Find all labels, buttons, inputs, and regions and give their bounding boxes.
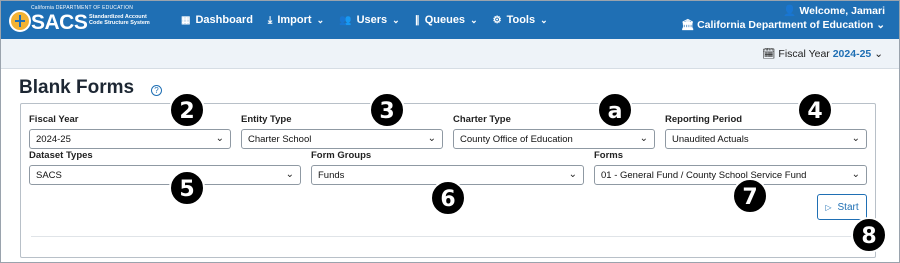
chevron-down-icon: ⌄: [316, 14, 325, 25]
cde-seal-icon: [9, 10, 31, 32]
nav-users[interactable]: 👥 Users ⌄: [339, 14, 400, 26]
page-title: Blank Forms: [19, 77, 135, 98]
forms-select[interactable]: 01 - General Fund / County School Servic…: [594, 165, 867, 185]
charter-type-value: County Office of Education: [460, 134, 573, 145]
chevron-down-icon: ⌄: [851, 133, 860, 144]
dataset-types-value: SACS: [36, 170, 62, 181]
fiscal-year-value: 2024-25: [832, 48, 872, 60]
chevron-down-icon: ⌄: [639, 133, 648, 144]
callout-badge-4: 4: [797, 92, 833, 128]
reporting-period-field: Reporting Period Unaudited Actuals ⌄: [665, 114, 867, 149]
start-button-label: Start: [837, 201, 859, 213]
fiscal-year-selector[interactable]: 🗓 Fiscal Year 2024-25 ⌄: [762, 47, 883, 60]
callout-badge-3: 3: [369, 92, 405, 128]
chevron-down-icon: ⌄: [427, 133, 436, 144]
form-groups-label: Form Groups: [311, 150, 372, 161]
callout-badge-5: 5: [169, 170, 205, 206]
fiscal-year-label: Fiscal Year: [778, 48, 830, 60]
forms-label: Forms: [594, 150, 624, 161]
user-menu[interactable]: 👤 Welcome, Jamari: [681, 4, 885, 18]
top-nav-bar: California DEPARTMENT OF EDUCATION SACS …: [1, 1, 899, 39]
nav-import[interactable]: ⤓ Import ⌄: [268, 14, 324, 26]
logo-main-text: SACS: [31, 11, 88, 34]
chevron-down-icon: ⌄: [285, 169, 294, 180]
fiscal-year-select-value: 2024-25: [36, 134, 71, 145]
tools-icon: ⚙: [492, 14, 502, 26]
entity-type-field: Entity Type Charter School ⌄: [241, 114, 443, 149]
dataset-types-field: Dataset Types SACS ⌄: [29, 150, 301, 185]
play-icon: ▷: [825, 202, 832, 212]
charter-type-select[interactable]: County Office of Education ⌄: [453, 129, 655, 149]
org-selector[interactable]: 🏛 California Department of Education ⌄: [681, 18, 885, 32]
fiscal-year-bar: 🗓 Fiscal Year 2024-25 ⌄: [1, 39, 899, 69]
reporting-period-label: Reporting Period: [665, 114, 743, 125]
welcome-text: Welcome, Jamari: [799, 5, 885, 17]
chevron-down-icon: ⌄: [874, 48, 883, 60]
users-icon: 👥: [339, 14, 352, 26]
building-icon: 🏛: [680, 19, 695, 31]
dataset-types-label: Dataset Types: [29, 150, 93, 161]
chevron-down-icon: ⌄: [876, 19, 885, 31]
logo-sub-text: Standardized Account Code Structure Syst…: [89, 14, 150, 26]
nav-queues[interactable]: ∥ Queues ⌄: [415, 14, 478, 26]
callout-badge-2: 2: [169, 92, 205, 128]
chevron-down-icon: ⌄: [540, 14, 548, 25]
nav-queues-label: Queues: [424, 14, 466, 26]
nav-dashboard-label: Dashboard: [195, 14, 253, 26]
nav-dashboard[interactable]: ▦ Dashboard: [181, 14, 253, 26]
nav-tools[interactable]: ⚙ Tools ⌄: [493, 14, 548, 26]
entity-type-select[interactable]: Charter School ⌄: [241, 129, 443, 149]
entity-type-label: Entity Type: [241, 114, 292, 125]
queues-icon: ∥: [414, 14, 420, 26]
forms-field: Forms 01 - General Fund / County School …: [594, 150, 867, 185]
nav-tools-label: Tools: [506, 14, 536, 26]
calendar-icon: 🗓: [762, 48, 776, 60]
callout-badge-a: a: [597, 92, 633, 128]
import-icon: ⤓: [267, 14, 273, 26]
nav-import-label: Import: [277, 14, 312, 26]
org-name: California Department of Education: [697, 19, 874, 31]
nav-users-label: Users: [356, 14, 388, 26]
reporting-period-value: Unaudited Actuals: [672, 134, 749, 145]
chevron-down-icon: ⌄: [470, 14, 478, 25]
dashboard-icon: ▦: [181, 14, 191, 26]
main-nav: ▦ Dashboard ⤓ Import ⌄ 👥 Users ⌄ ∥ Queue…: [181, 1, 563, 39]
chevron-down-icon: ⌄: [851, 169, 860, 180]
form-groups-value: Funds: [318, 170, 345, 181]
start-button[interactable]: ▷ Start: [817, 194, 867, 220]
panel-divider: [31, 236, 865, 237]
chevron-down-icon: ⌄: [215, 133, 224, 144]
chevron-down-icon: ⌄: [392, 14, 400, 25]
user-area: 👤 Welcome, Jamari 🏛 California Departmen…: [681, 4, 885, 32]
entity-type-value: Charter School: [248, 134, 312, 145]
callout-badge-8: 8: [851, 217, 887, 253]
callout-badge-6: 6: [430, 180, 466, 216]
help-icon[interactable]: ?: [151, 85, 162, 96]
callout-badge-7: 7: [732, 178, 768, 214]
reporting-period-select[interactable]: Unaudited Actuals ⌄: [665, 129, 867, 149]
forms-value: 01 - General Fund / County School Servic…: [601, 170, 807, 181]
dataset-types-select[interactable]: SACS ⌄: [29, 165, 301, 185]
user-icon: 👤: [783, 5, 797, 17]
chevron-down-icon: ⌄: [568, 169, 577, 180]
fiscal-year-select[interactable]: 2024-25 ⌄: [29, 129, 231, 149]
